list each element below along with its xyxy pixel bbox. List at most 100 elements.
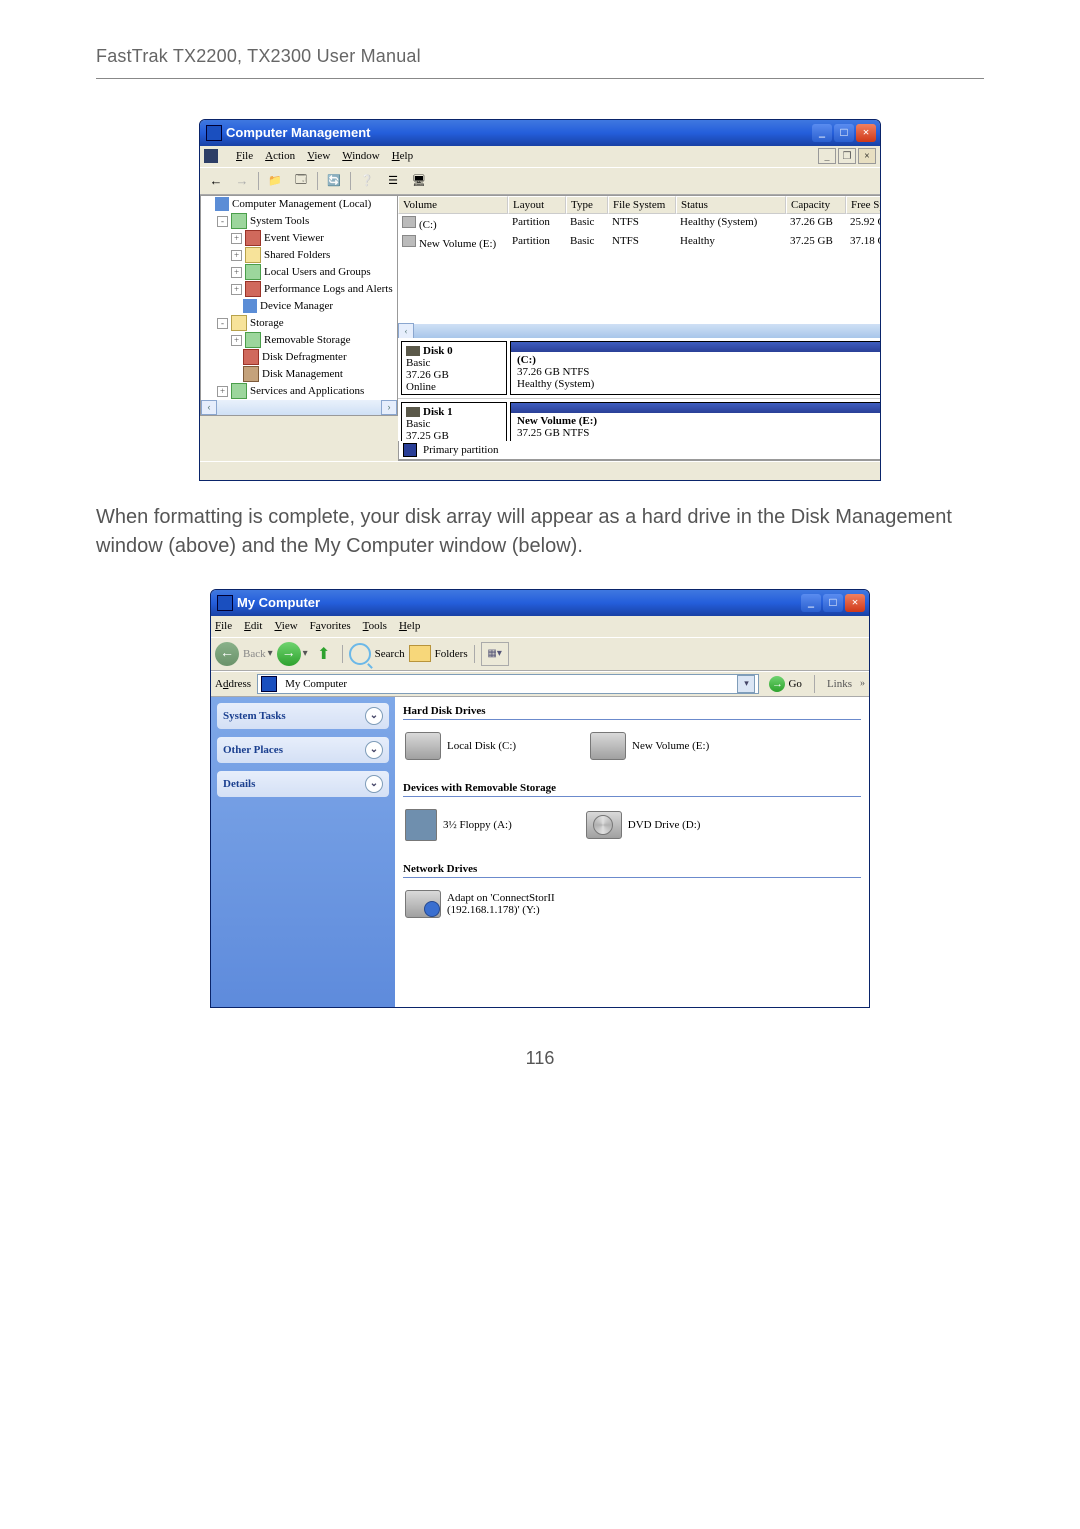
tree-node[interactable]: Device Manager [231, 299, 397, 314]
collapse-icon[interactable]: - [217, 216, 228, 227]
chevron-icon[interactable]: ⌄ [365, 741, 383, 759]
sidebar-task-box[interactable]: Other Places⌄ [217, 737, 389, 763]
mdi-icon [204, 149, 218, 163]
tree-hscrollbar[interactable]: ‹ › [200, 400, 398, 416]
address-input[interactable]: My Computer ▾ [257, 674, 759, 694]
tree-node[interactable]: Disk Management [231, 367, 397, 382]
menu-file[interactable]: File [236, 150, 253, 162]
close-button[interactable]: × [856, 124, 876, 142]
close-button[interactable]: × [845, 594, 865, 612]
minimize-button[interactable]: _ [812, 124, 832, 142]
back-button[interactable]: ← [215, 642, 239, 666]
nav-forward-icon[interactable] [230, 169, 254, 193]
chevron-icon[interactable]: ⌄ [365, 707, 383, 725]
drive-item[interactable]: 3½ Floppy (A:) [403, 807, 514, 843]
collapse-icon[interactable]: - [217, 318, 228, 329]
menu-view[interactable]: View [307, 150, 330, 162]
expand-icon[interactable]: + [231, 250, 242, 261]
menu-tools[interactable]: Tools [363, 620, 387, 632]
go-button[interactable]: → Go [765, 676, 805, 692]
mdi-restore-button[interactable]: ❐ [838, 148, 856, 164]
forward-dropdown-icon[interactable]: ▾ [303, 648, 308, 659]
settings-icon[interactable]: 🖥 [407, 169, 431, 193]
column-header[interactable]: Free Space [846, 196, 881, 214]
partition-box[interactable]: New Volume (E:)37.25 GB NTFSHealthy [510, 402, 881, 441]
group-title-network: Network Drives [403, 863, 861, 875]
help-icon[interactable]: ❔ [355, 169, 379, 193]
tree-node[interactable]: Computer Management (Local) [203, 197, 397, 212]
disk-row[interactable]: Disk 1Basic37.25 GBOnlineNew Volume (E:)… [398, 399, 881, 441]
disk-graphical-list[interactable]: Disk 0Basic37.26 GBOnline(C:)37.26 GB NT… [398, 338, 881, 441]
menu-edit[interactable]: Edit [244, 620, 262, 632]
scroll-left-icon[interactable]: ‹ [398, 323, 414, 338]
scroll-left-icon[interactable]: ‹ [201, 400, 217, 415]
tree-node[interactable]: +Shared Folders [231, 248, 397, 263]
sidebar-task-box[interactable]: System Tasks ⌄ [217, 703, 389, 729]
address-dropdown-icon[interactable]: ▾ [737, 675, 755, 693]
tree-node[interactable]: Disk Defragmenter [231, 350, 397, 365]
tree-item-label: Disk Defragmenter [262, 351, 347, 363]
forward-button[interactable]: → [277, 642, 301, 666]
up-level-icon[interactable]: 📁 [263, 169, 287, 193]
menu-file[interactable]: File [215, 620, 232, 632]
volume-row[interactable]: (C:)PartitionBasicNTFSHealthy (System)37… [398, 214, 881, 233]
tree-node[interactable]: -System Tools [217, 214, 397, 229]
partition-box[interactable]: (C:)37.26 GB NTFSHealthy (System) [510, 341, 881, 395]
maximize-button[interactable]: □ [823, 594, 843, 612]
links-label[interactable]: Links [823, 678, 856, 690]
menu-action[interactable]: Action [265, 150, 295, 162]
menu-window[interactable]: Window [342, 150, 379, 162]
drive-item[interactable]: DVD Drive (D:) [584, 807, 703, 843]
expand-icon[interactable]: + [217, 386, 228, 397]
column-header[interactable]: Layout [508, 196, 566, 214]
links-chevron-icon[interactable]: » [860, 678, 865, 689]
sidebar-task-box[interactable]: Details⌄ [217, 771, 389, 797]
column-header[interactable]: File System [608, 196, 676, 214]
expand-icon[interactable]: + [231, 284, 242, 295]
list-icon[interactable]: ☰ [381, 169, 405, 193]
menu-help[interactable]: Help [392, 150, 413, 162]
volume-row[interactable]: New Volume (E:)PartitionBasicNTFSHealthy… [398, 233, 881, 252]
chevron-icon[interactable]: ⌄ [365, 775, 383, 793]
tree-node[interactable]: +Removable Storage [231, 333, 397, 348]
column-header[interactable]: Status [676, 196, 786, 214]
tree-node[interactable]: +Event Viewer [231, 231, 397, 246]
scroll-right-icon[interactable]: › [381, 400, 397, 415]
navigation-tree[interactable]: Computer Management (Local) -System Tools… [200, 195, 398, 401]
mdi-close-button[interactable]: × [858, 148, 876, 164]
maximize-button[interactable]: □ [834, 124, 854, 142]
mdi-minimize-button[interactable]: _ [818, 148, 836, 164]
expand-icon[interactable]: + [231, 267, 242, 278]
menu-view[interactable]: View [274, 620, 297, 632]
titlebar[interactable]: My Computer _ □ × [211, 590, 869, 616]
sidebar-task-title: System Tasks [223, 710, 286, 722]
search-button[interactable]: Search [349, 643, 405, 665]
drive-item[interactable]: Adapt on 'ConnectStorII (192.168.1.178)'… [403, 888, 599, 920]
drive-item[interactable]: New Volume (E:) [588, 730, 711, 762]
expand-icon[interactable]: + [231, 335, 242, 346]
grid-hscrollbar[interactable]: ‹ › [398, 324, 881, 338]
minimize-button[interactable]: _ [801, 594, 821, 612]
tree-node[interactable]: +Performance Logs and Alerts [231, 282, 397, 297]
nav-back-icon[interactable] [204, 169, 228, 193]
column-header[interactable]: Capacity [786, 196, 846, 214]
tree-node[interactable]: +Local Users and Groups [231, 265, 397, 280]
volume-grid[interactable]: VolumeLayoutTypeFile SystemStatusCapacit… [398, 196, 881, 338]
refresh-icon[interactable]: 🔄 [322, 169, 346, 193]
folders-button[interactable]: Folders [409, 645, 468, 662]
expand-icon[interactable]: + [231, 233, 242, 244]
menu-help[interactable]: Help [399, 620, 420, 632]
back-dropdown-icon[interactable]: ▾ [268, 648, 273, 659]
scroll-track[interactable] [217, 400, 381, 415]
drive-item[interactable]: Local Disk (C:) [403, 730, 518, 762]
menu-favorites[interactable]: Favorites [310, 620, 351, 632]
properties-icon[interactable]: 🗔 [289, 169, 313, 193]
titlebar[interactable]: Computer Management _ □ × [200, 120, 880, 146]
disk-row[interactable]: Disk 0Basic37.26 GBOnline(C:)37.26 GB NT… [398, 338, 881, 399]
views-button[interactable]: ▦▾ [481, 642, 509, 666]
column-header[interactable]: Volume [398, 196, 508, 214]
tree-node[interactable]: +Services and Applications [217, 384, 397, 399]
tree-node[interactable]: -Storage [217, 316, 397, 331]
column-header[interactable]: Type [566, 196, 608, 214]
up-button[interactable]: ⬆ [312, 642, 336, 666]
